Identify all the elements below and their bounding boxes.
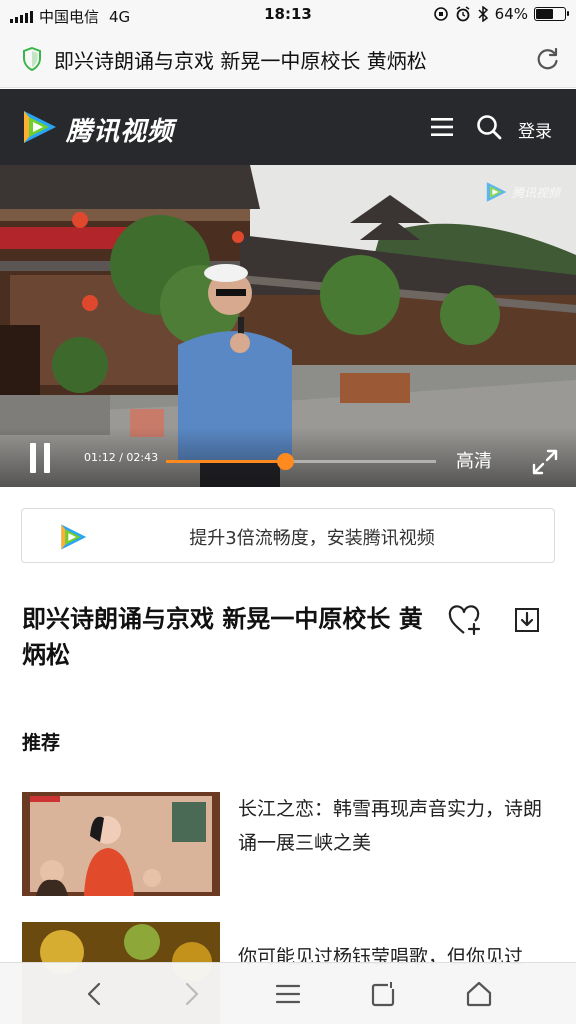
browser-address-bar[interactable]: 即兴诗朗诵与京戏 新晃一中原校长 黄炳松: [0, 30, 576, 88]
install-banner-text: 提升3倍流畅度，安装腾讯视频: [189, 528, 435, 549]
forward-icon[interactable]: [176, 979, 206, 1009]
player-controls: 01:12 / 02:43 高清: [0, 427, 576, 487]
battery-percent: 64%: [494, 5, 528, 23]
login-link[interactable]: 登录: [518, 117, 552, 142]
duration: 02:43: [126, 451, 159, 464]
site-logo-text[interactable]: 腾讯视频: [66, 111, 174, 148]
address-bar-title[interactable]: 即兴诗朗诵与京戏 新晃一中原校长 黄炳松: [54, 45, 427, 74]
download-icon[interactable]: [512, 605, 542, 635]
bluetooth-icon: [478, 6, 488, 22]
playback-time: 01:12 / 02:43: [84, 451, 158, 464]
watermark-text: 腾讯视频: [511, 185, 560, 200]
progress-fill: [166, 460, 285, 463]
tabs-icon[interactable]: [369, 979, 399, 1009]
back-icon[interactable]: [80, 979, 110, 1009]
watermark-logo-icon: [486, 182, 507, 202]
recommendations-heading: 推荐: [22, 732, 61, 754]
battery-icon: [534, 7, 569, 21]
menu-lines-icon[interactable]: [273, 979, 303, 1009]
time-separator: /: [115, 451, 127, 464]
browser-toolbar: [0, 962, 576, 1024]
site-header: 腾讯视频 登录: [0, 89, 576, 165]
current-time: 01:12: [84, 451, 116, 464]
video-player[interactable]: 腾讯视频 01:12 / 02:43 高清: [0, 165, 576, 487]
tencent-video-logo-icon[interactable]: [20, 109, 58, 145]
menu-icon[interactable]: [430, 116, 454, 138]
alarm-icon: [456, 6, 470, 22]
battery-level: [536, 9, 554, 19]
orientation-lock-icon: [433, 7, 448, 21]
progress-bar[interactable]: [166, 453, 436, 470]
install-app-banner[interactable]: 提升3倍流畅度，安装腾讯视频: [21, 508, 555, 563]
pause-button[interactable]: [30, 443, 52, 473]
favorite-add-icon[interactable]: [448, 605, 482, 637]
reload-icon[interactable]: [534, 46, 560, 72]
home-icon[interactable]: [464, 979, 494, 1009]
status-bar: 中国电信 4G 18:13 64%: [0, 0, 576, 30]
recommendation-title[interactable]: 长江之恋：韩雪再现声音实力，诗朗诵一展三峡之美: [238, 792, 556, 860]
video-title: 即兴诗朗诵与京戏 新晃一中原校长 黄炳松: [22, 605, 423, 669]
secure-shield-icon: [23, 47, 41, 71]
search-icon[interactable]: [476, 114, 502, 140]
fullscreen-icon[interactable]: [530, 447, 560, 477]
quality-button[interactable]: 高清: [456, 447, 492, 473]
progress-knob[interactable]: [276, 453, 294, 470]
recommendation-item[interactable]: 长江之恋：韩雪再现声音实力，诗朗诵一展三峡之美: [22, 792, 556, 898]
tencent-video-watermark: 腾讯视频: [484, 181, 560, 203]
recommendation-thumbnail[interactable]: [22, 792, 220, 896]
